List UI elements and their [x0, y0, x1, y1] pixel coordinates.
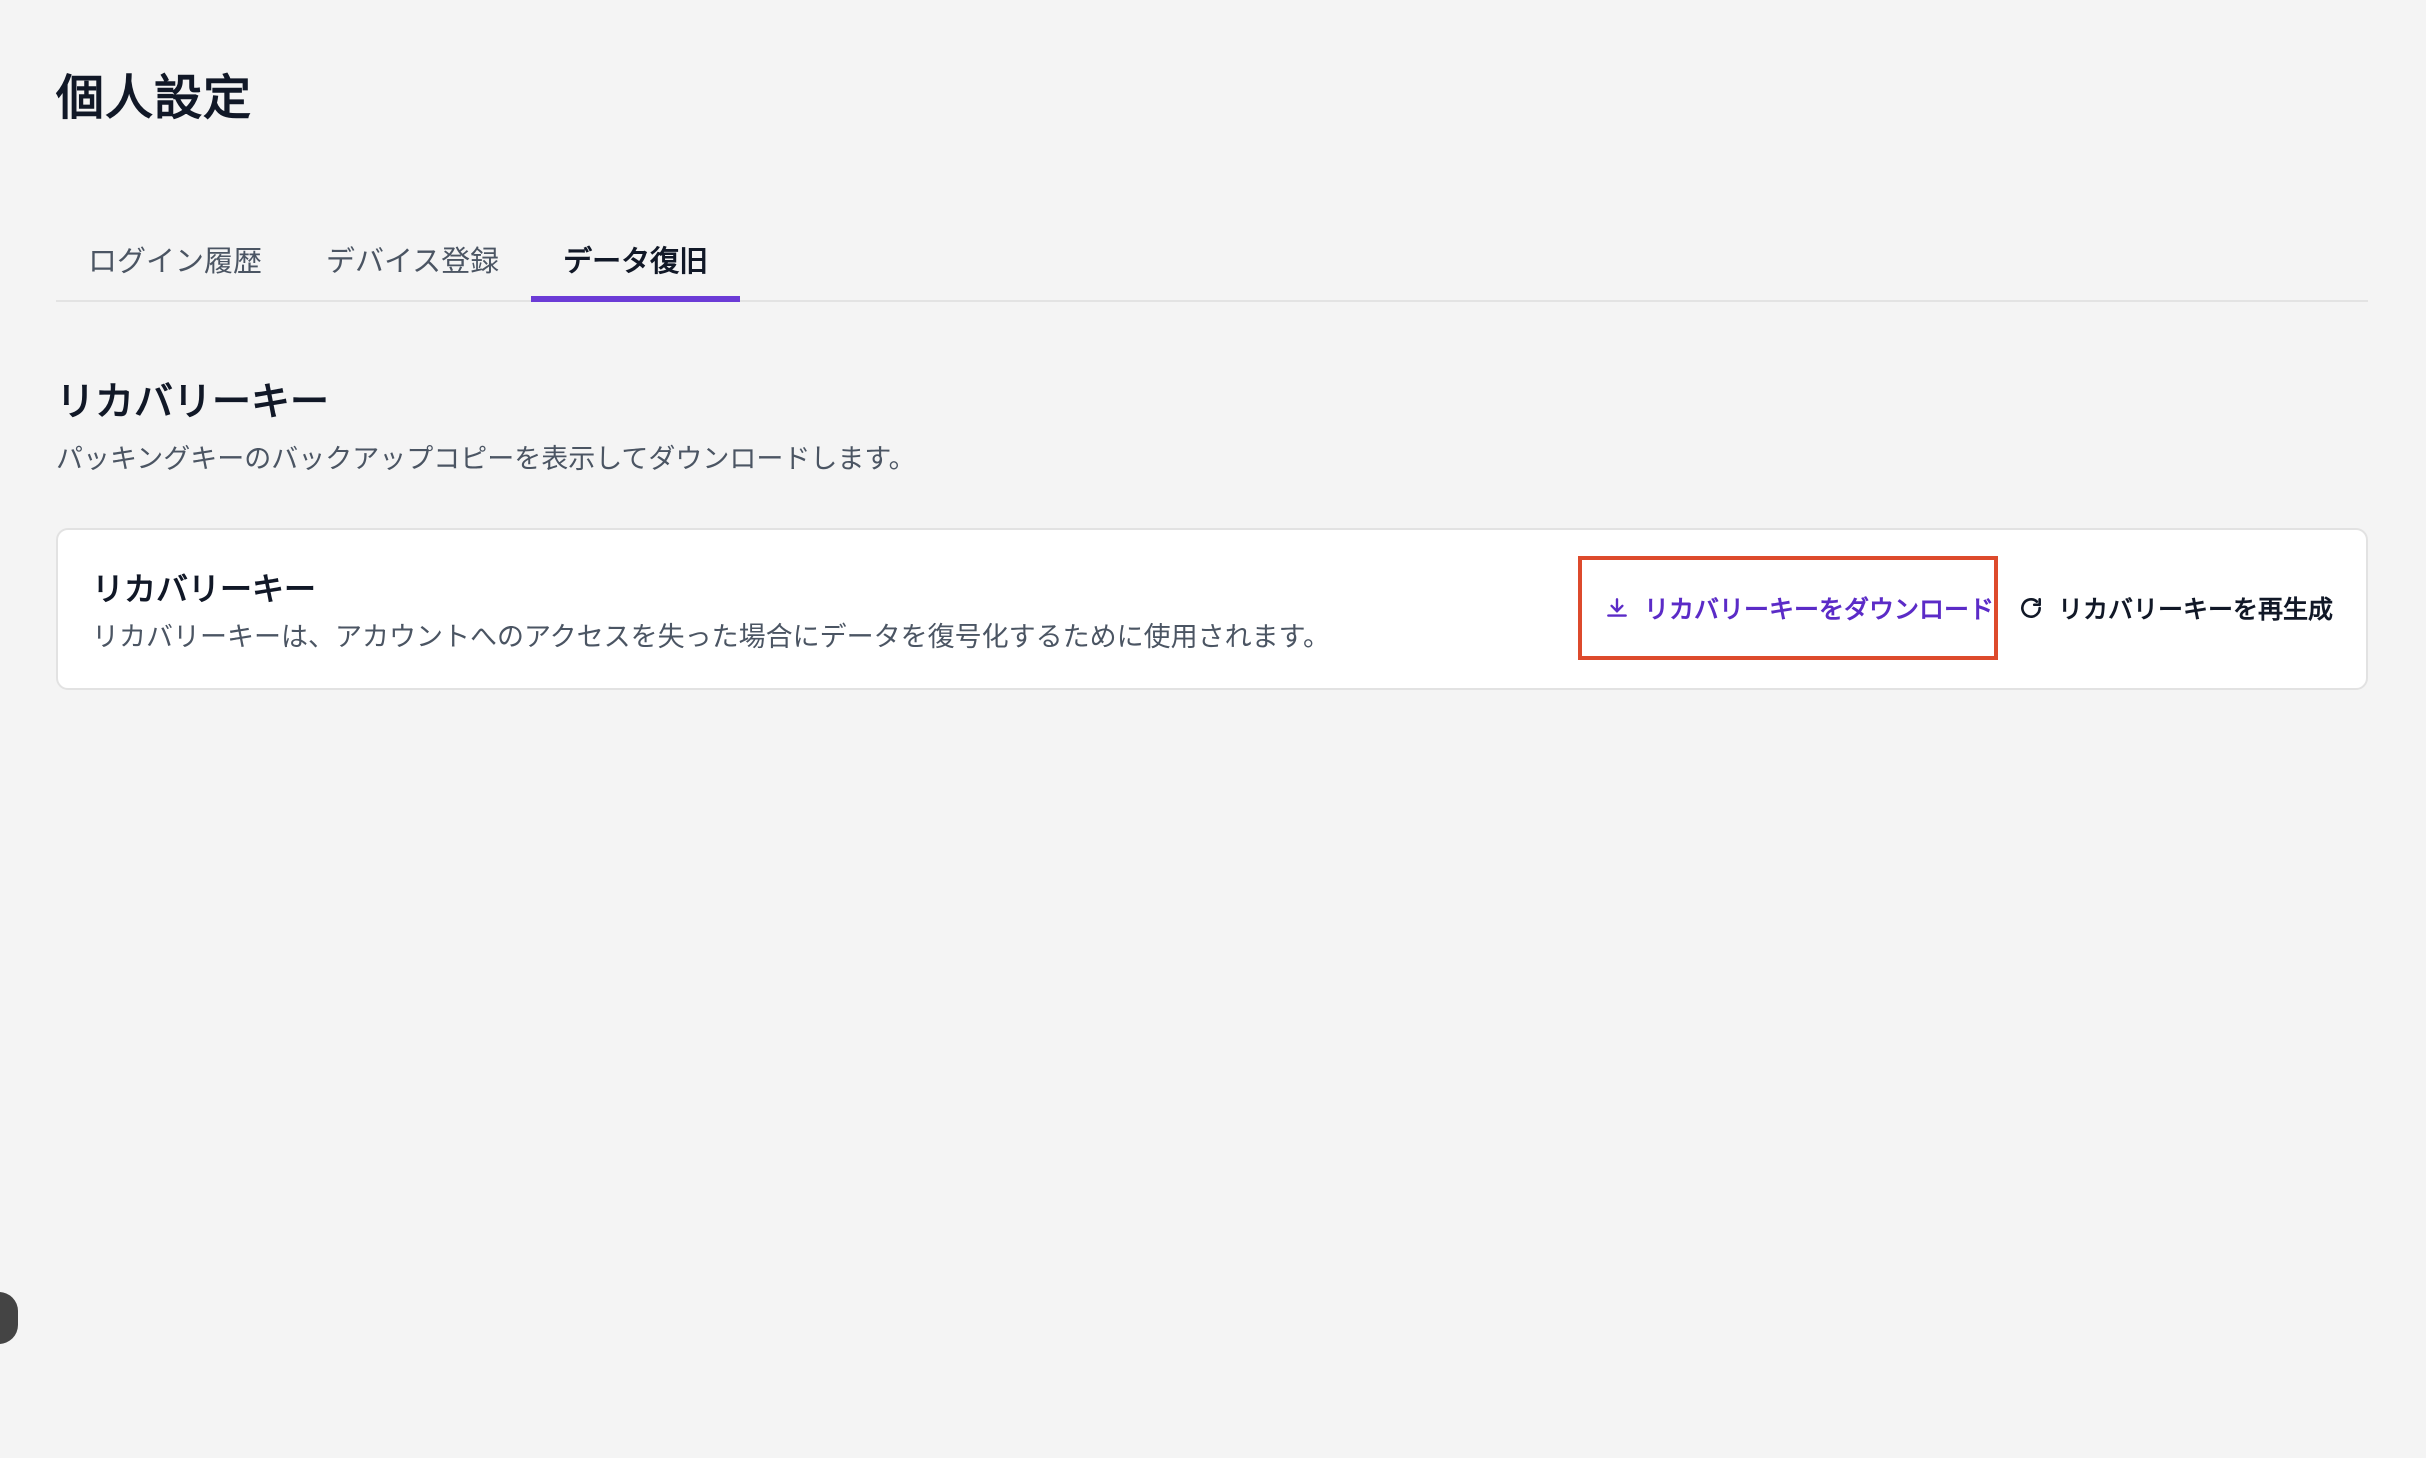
recovery-key-card: リカバリーキー リカバリーキーは、アカウントへのアクセスを失った場合にデータを復… — [56, 528, 2368, 690]
download-button-label: リカバリーキーをダウンロード — [1644, 595, 1995, 624]
tab-login-history[interactable]: ログイン履歴 — [56, 228, 294, 300]
download-recovery-key-button[interactable]: リカバリーキーをダウンロード — [1578, 556, 1998, 660]
settings-tabs: ログイン履歴 デバイス登録 データ復旧 — [56, 228, 2368, 302]
regenerate-recovery-key-button[interactable]: リカバリーキーを再生成 — [2018, 556, 2333, 660]
card-title: リカバリーキー — [92, 570, 317, 608]
tab-device-registration[interactable]: デバイス登録 — [294, 228, 531, 300]
section-title: リカバリーキー — [56, 380, 330, 425]
refresh-icon — [2018, 595, 2044, 621]
page-title: 個人設定 — [56, 70, 253, 126]
section-description: パッキングキーのバックアップコピーを表示してダウンロードします。 — [56, 444, 916, 475]
download-icon — [1604, 595, 1630, 621]
regenerate-button-label: リカバリーキーを再生成 — [2058, 595, 2334, 624]
tab-data-recovery[interactable]: データ復旧 — [531, 228, 741, 302]
card-description: リカバリーキーは、アカウントへのアクセスを失った場合にデータを復号化するために使… — [92, 622, 1330, 653]
floating-help-handle[interactable] — [0, 1292, 18, 1344]
